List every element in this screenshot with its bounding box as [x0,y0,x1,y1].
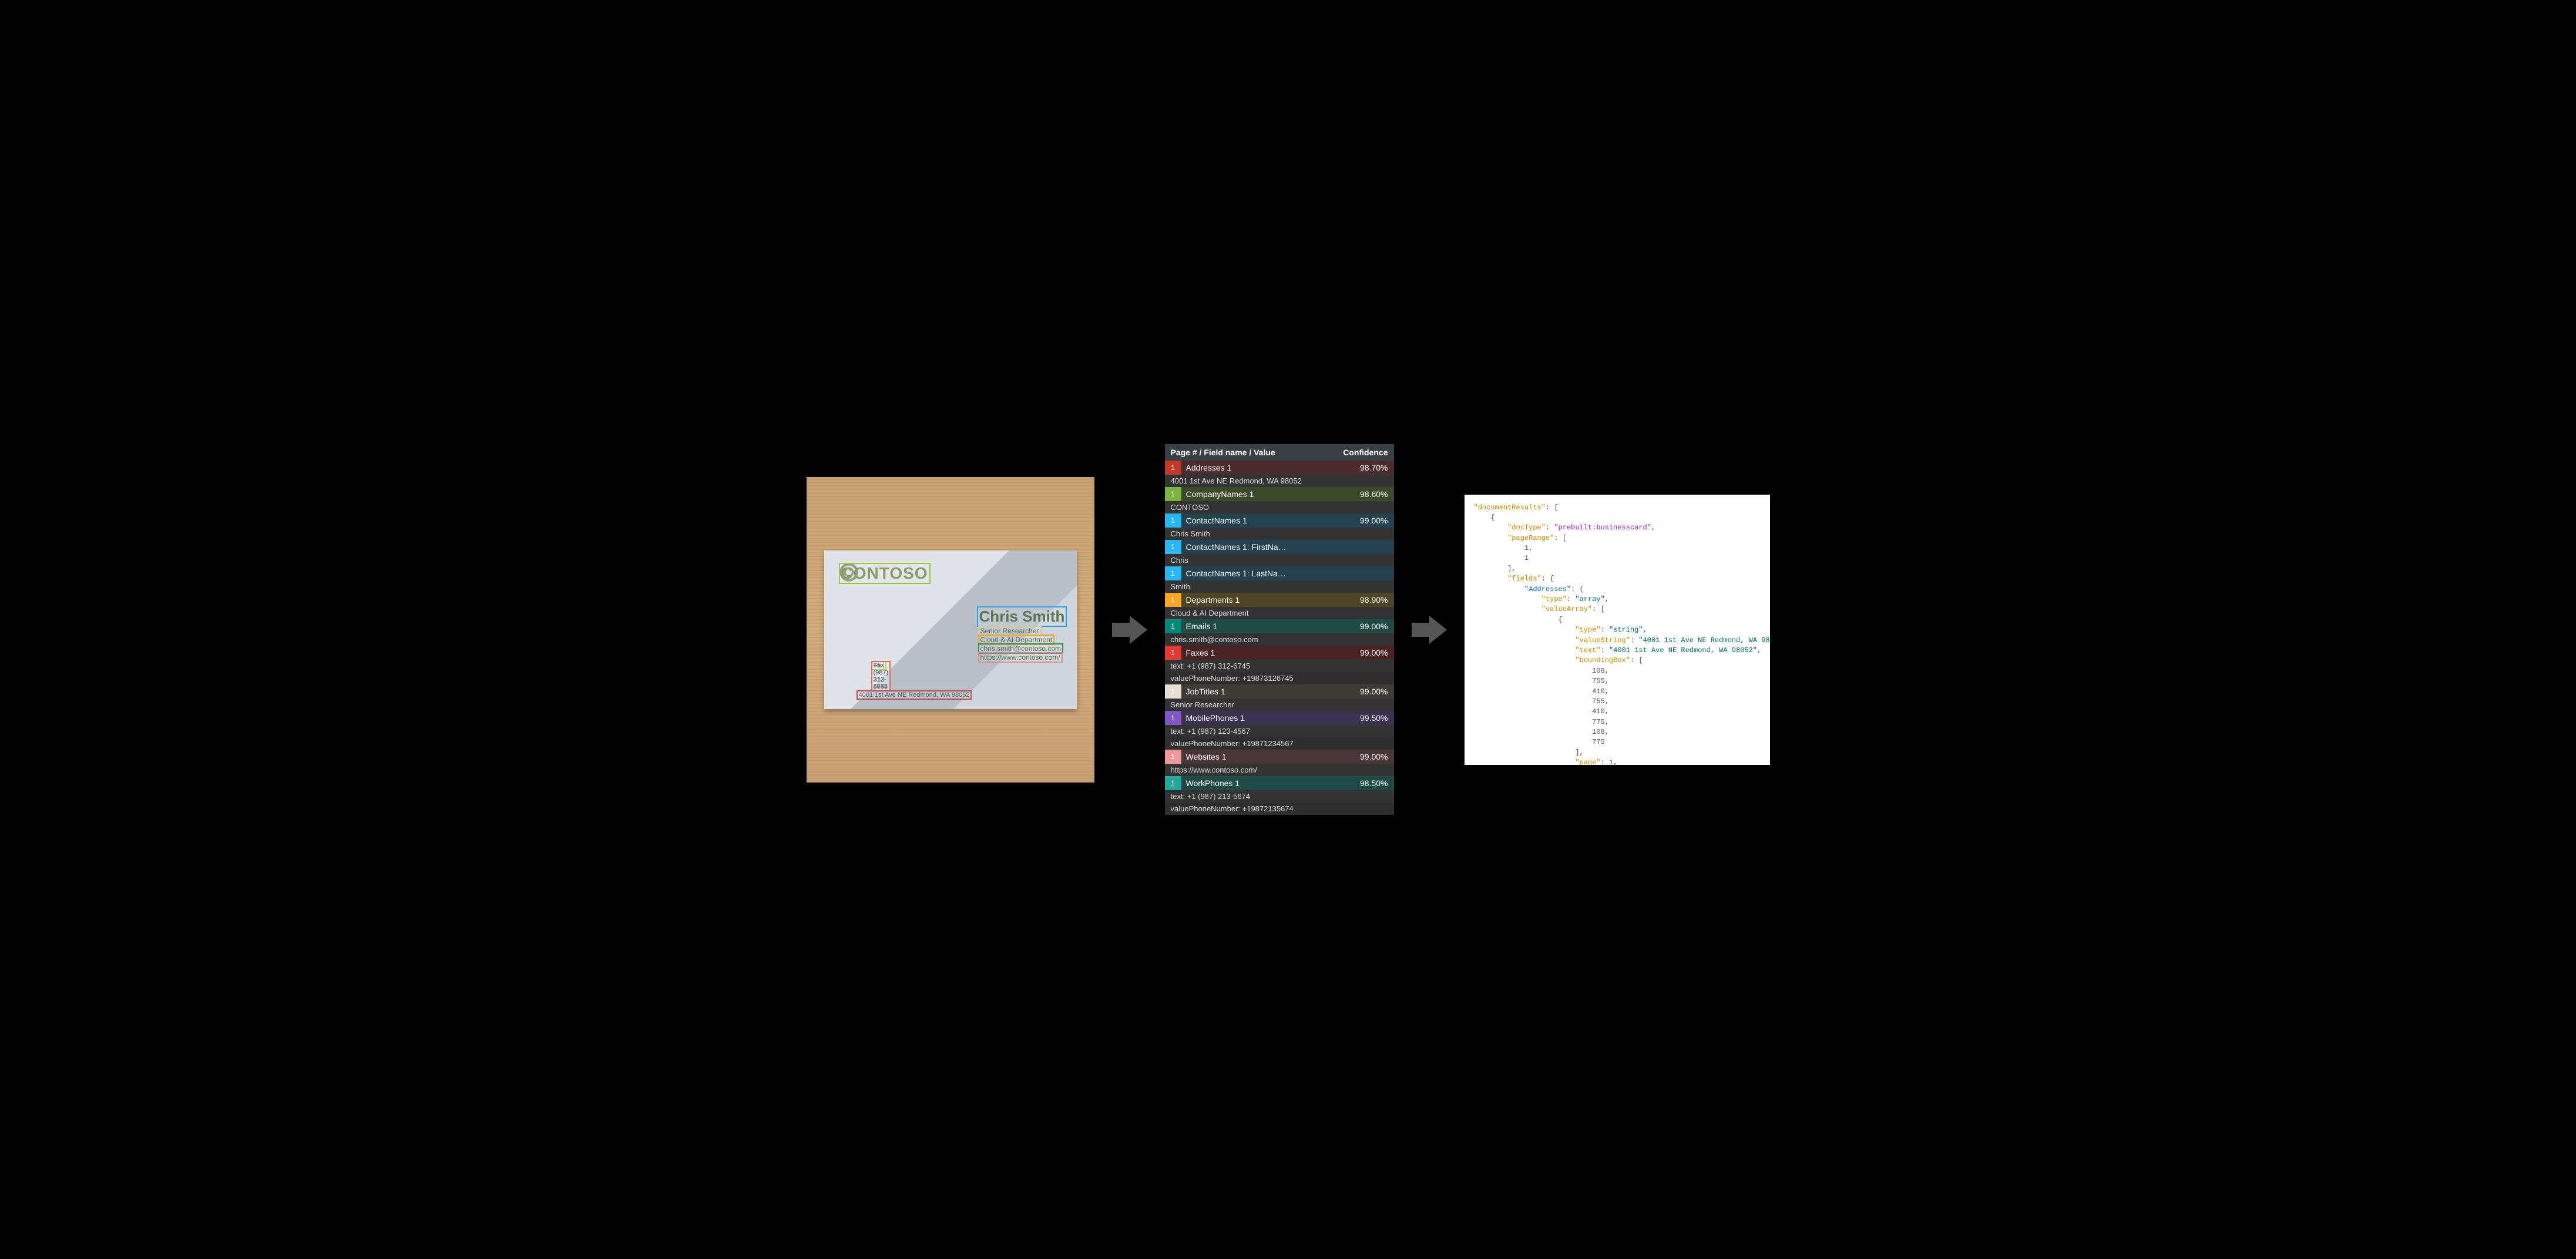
field-confidence: 98.90% [1353,593,1394,607]
field-confidence [1353,566,1394,580]
card-logo: CONTOSO [839,562,1062,585]
field-row[interactable]: 1Websites 199.00% [1165,750,1394,764]
field-name: Emails 1 [1181,619,1353,633]
fax-value: +1 (987) 312-6745 [871,661,891,691]
card-name: Chris Smith [977,606,1067,627]
field-value: 4001 1st Ave NE Redmond, WA 98052 [1165,475,1394,487]
json-addr-type: array [1580,595,1601,603]
field-confidence: 99.00% [1353,684,1394,699]
field-value: text: +1 (987) 213-5674 [1165,790,1394,803]
field-row[interactable]: 1ContactNames 1: FirstNa… [1165,540,1394,554]
page-chip: 1 [1165,461,1181,475]
field-value: valuePhoneNumber: +19872135674 [1165,803,1394,815]
json-page-end: 1 [1524,554,1529,562]
field-confidence: 99.00% [1353,750,1394,764]
field-confidence: 98.60% [1353,487,1394,501]
page-chip: 1 [1165,487,1181,501]
field-confidence: 99.00% [1353,646,1394,660]
field-value: Senior Researcher [1165,699,1394,711]
json-item-type: string [1613,626,1638,634]
table-header-left: Page # / Field name / Value [1171,448,1275,457]
results-table: Page # / Field name / Value Confidence 1… [1165,444,1394,815]
field-name: Addresses 1 [1181,461,1353,475]
field-value: Chris [1165,554,1394,566]
field-name: ContactNames 1 [1181,513,1353,528]
json-doctype: prebuilt:businesscard [1559,523,1647,532]
field-row[interactable]: 1Departments 198.90% [1165,593,1394,607]
field-value: chris.smith@contoso.com [1165,633,1394,646]
field-name: Websites 1 [1181,750,1353,764]
field-value: text: +1 (987) 312-6745 [1165,660,1394,672]
field-name: ContactNames 1: FirstNa… [1181,540,1353,554]
table-body: 1Addresses 198.70%4001 1st Ave NE Redmon… [1165,461,1394,815]
field-value: https://www.contoso.com/ [1165,764,1394,776]
arrow-icon [1412,612,1447,647]
page-chip: 1 [1165,711,1181,725]
field-confidence: 99.00% [1353,513,1394,528]
card-website: https://www.contoso.com/ [978,652,1063,663]
page-chip: 1 [1165,776,1181,790]
page-chip: 1 [1165,646,1181,660]
field-value: Cloud & AI Department [1165,607,1394,619]
field-confidence: 98.70% [1353,461,1394,475]
field-name: ContactNames 1: LastNa… [1181,566,1353,580]
field-row[interactable]: 1MobilePhones 199.50% [1165,711,1394,725]
business-card: CONTOSO Chris Smith Senior Researcher Cl… [824,550,1077,709]
field-row[interactable]: 1Faxes 199.00% [1165,646,1394,660]
card-company: CONTOSO [839,563,931,584]
field-name: Faxes 1 [1181,646,1353,660]
field-row[interactable]: 1Addresses 198.70% [1165,461,1394,475]
business-card-image: CONTOSO Chris Smith Senior Researcher Cl… [807,477,1094,783]
arrow-icon [1112,612,1147,647]
field-confidence: 99.00% [1353,619,1394,633]
field-row[interactable]: 1CompanyNames 198.60% [1165,487,1394,501]
field-name: CompanyNames 1 [1181,487,1353,501]
page-chip: 1 [1165,593,1181,607]
field-name: MobilePhones 1 [1181,711,1353,725]
field-row[interactable]: 1WorkPhones 198.50% [1165,776,1394,790]
field-value: text: +1 (987) 123-4567 [1165,725,1394,737]
json-output: "documentResults": [ { "docType": "prebu… [1465,495,1770,765]
table-header-right: Confidence [1343,448,1388,457]
field-name: JobTitles 1 [1181,684,1353,699]
field-confidence [1353,540,1394,554]
json-text: 4001 1st Ave NE Redmond, WA 98052 [1613,646,1753,654]
field-value: Smith [1165,580,1394,593]
field-confidence: 98.50% [1353,776,1394,790]
field-name: WorkPhones 1 [1181,776,1353,790]
field-confidence: 99.50% [1353,711,1394,725]
page-chip: 1 [1165,684,1181,699]
field-value: CONTOSO [1165,501,1394,513]
card-address: 4001 1st Ave NE Redmond, WA 98052 [857,690,972,700]
field-name: Departments 1 [1181,593,1353,607]
field-value: valuePhoneNumber: +19873126745 [1165,672,1394,684]
page-chip: 1 [1165,540,1181,554]
field-row[interactable]: 1ContactNames 1: LastNa… [1165,566,1394,580]
page-chip: 1 [1165,513,1181,528]
table-header: Page # / Field name / Value Confidence [1165,444,1394,461]
page-chip: 1 [1165,566,1181,580]
field-value: Chris Smith [1165,528,1394,540]
json-valuestring: 4001 1st Ave NE Redmond, WA 98052 [1643,636,1770,644]
field-row[interactable]: 1ContactNames 199.00% [1165,513,1394,528]
page-chip: 1 [1165,750,1181,764]
field-row[interactable]: 1Emails 199.00% [1165,619,1394,633]
field-row[interactable]: 1JobTitles 199.00% [1165,684,1394,699]
page-chip: 1 [1165,619,1181,633]
field-value: valuePhoneNumber: +19871234567 [1165,737,1394,750]
